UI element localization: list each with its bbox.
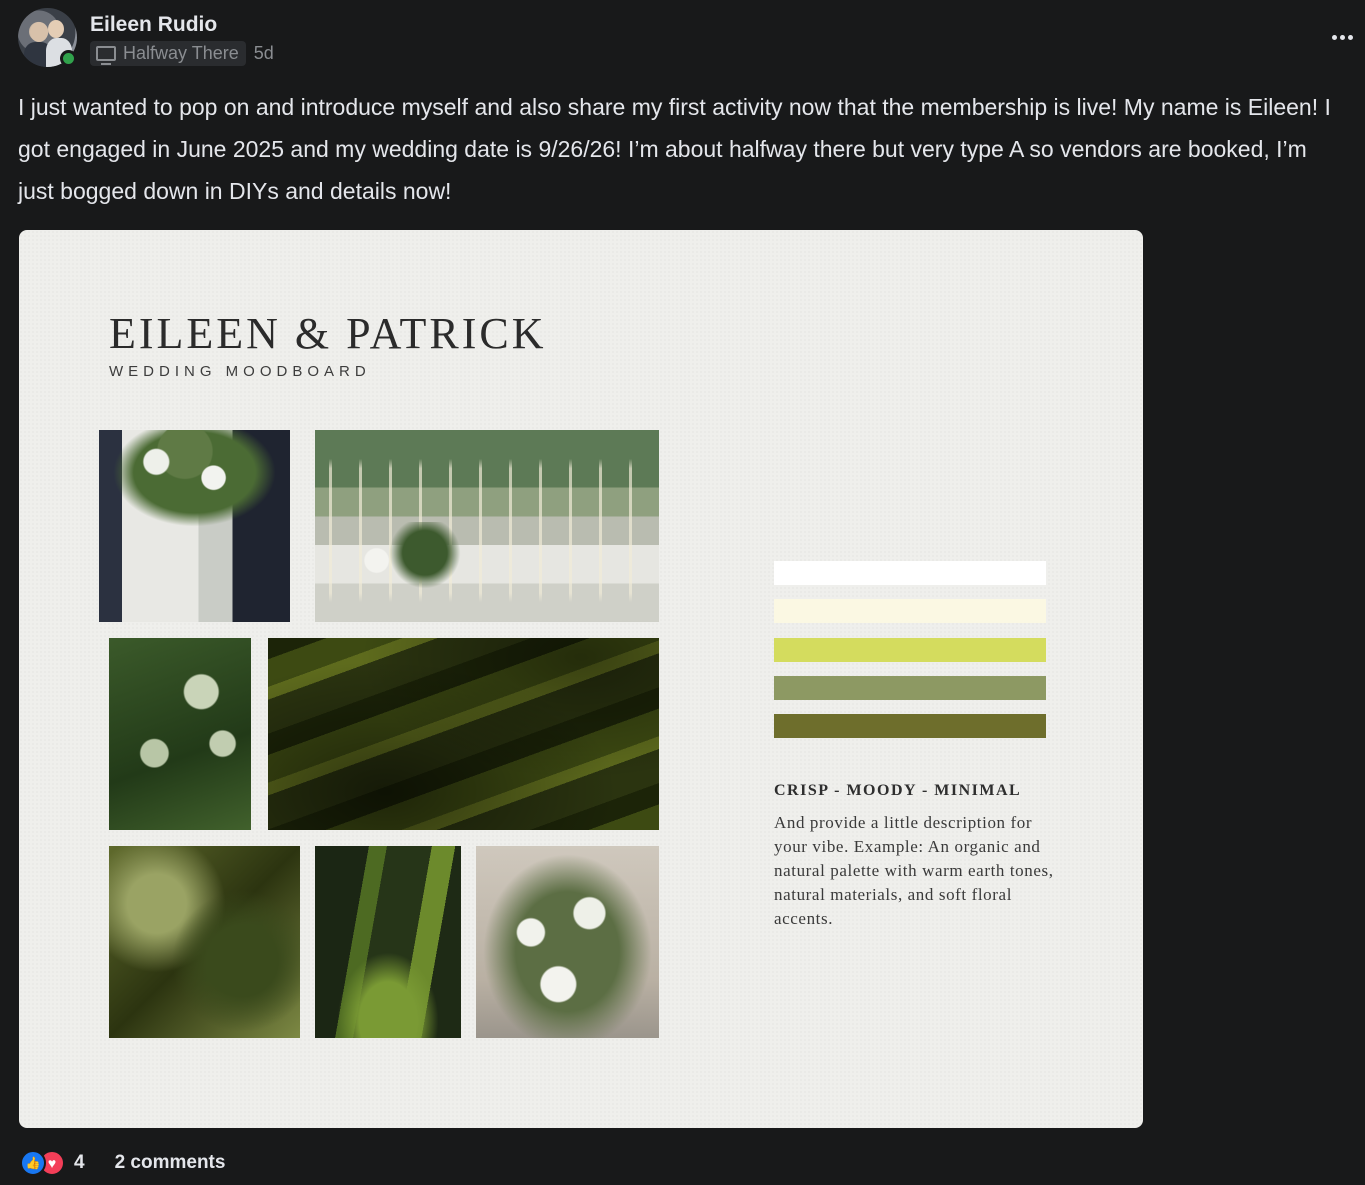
- post-meta: Halfway There 5d: [90, 40, 274, 66]
- reactions[interactable]: [20, 1150, 66, 1176]
- palette-swatch: [774, 599, 1046, 623]
- more-dot: [1331, 34, 1337, 40]
- moodboard-image[interactable]: EILEEN & PATRICK WEDDING MOODBOARD CRISP…: [19, 230, 1143, 1128]
- photo-velvet-fabric: [268, 638, 659, 830]
- like-icon: [20, 1150, 46, 1176]
- reaction-count[interactable]: 4: [74, 1152, 85, 1174]
- moodboard-description: And provide a little description for you…: [774, 813, 1054, 928]
- online-status-dot: [60, 50, 77, 67]
- comments-link[interactable]: 2 comments: [115, 1152, 226, 1174]
- moodboard-title: EILEEN & PATRICK: [109, 309, 547, 358]
- member-badge[interactable]: Halfway There: [90, 40, 246, 66]
- moodboard-tagline: CRISP - MOODY - MINIMAL: [774, 782, 1022, 799]
- badge-label: Halfway There: [123, 42, 239, 63]
- post-header: Eileen Rudio Halfway There 5d: [18, 7, 1353, 69]
- post-text: I just wanted to pop on and introduce my…: [18, 94, 1331, 204]
- moodboard-subtitle: WEDDING MOODBOARD: [109, 363, 371, 380]
- post-footer: 4 2 comments: [20, 1149, 225, 1177]
- more-dot: [1347, 34, 1353, 40]
- photo-foliage: [109, 846, 300, 1038]
- photo-white-florals: [476, 846, 659, 1038]
- monitor-icon: [96, 45, 116, 65]
- palette-swatch: [774, 561, 1046, 585]
- palette-swatch: [774, 714, 1046, 738]
- more-dot: [1339, 34, 1345, 40]
- palette-swatch: [774, 638, 1046, 662]
- avatar-figure: [30, 22, 48, 42]
- photo-table-setting: [315, 430, 659, 622]
- photo-moss-forest: [315, 846, 461, 1038]
- photo-green-bouquet: [109, 638, 251, 830]
- post-time[interactable]: 5d: [254, 43, 274, 64]
- palette-swatch: [774, 676, 1046, 700]
- photo-floral-pedestal: [99, 430, 290, 622]
- author-name[interactable]: Eileen Rudio: [90, 13, 217, 37]
- avatar-figure: [48, 20, 64, 38]
- more-options-icon[interactable]: [1328, 27, 1356, 47]
